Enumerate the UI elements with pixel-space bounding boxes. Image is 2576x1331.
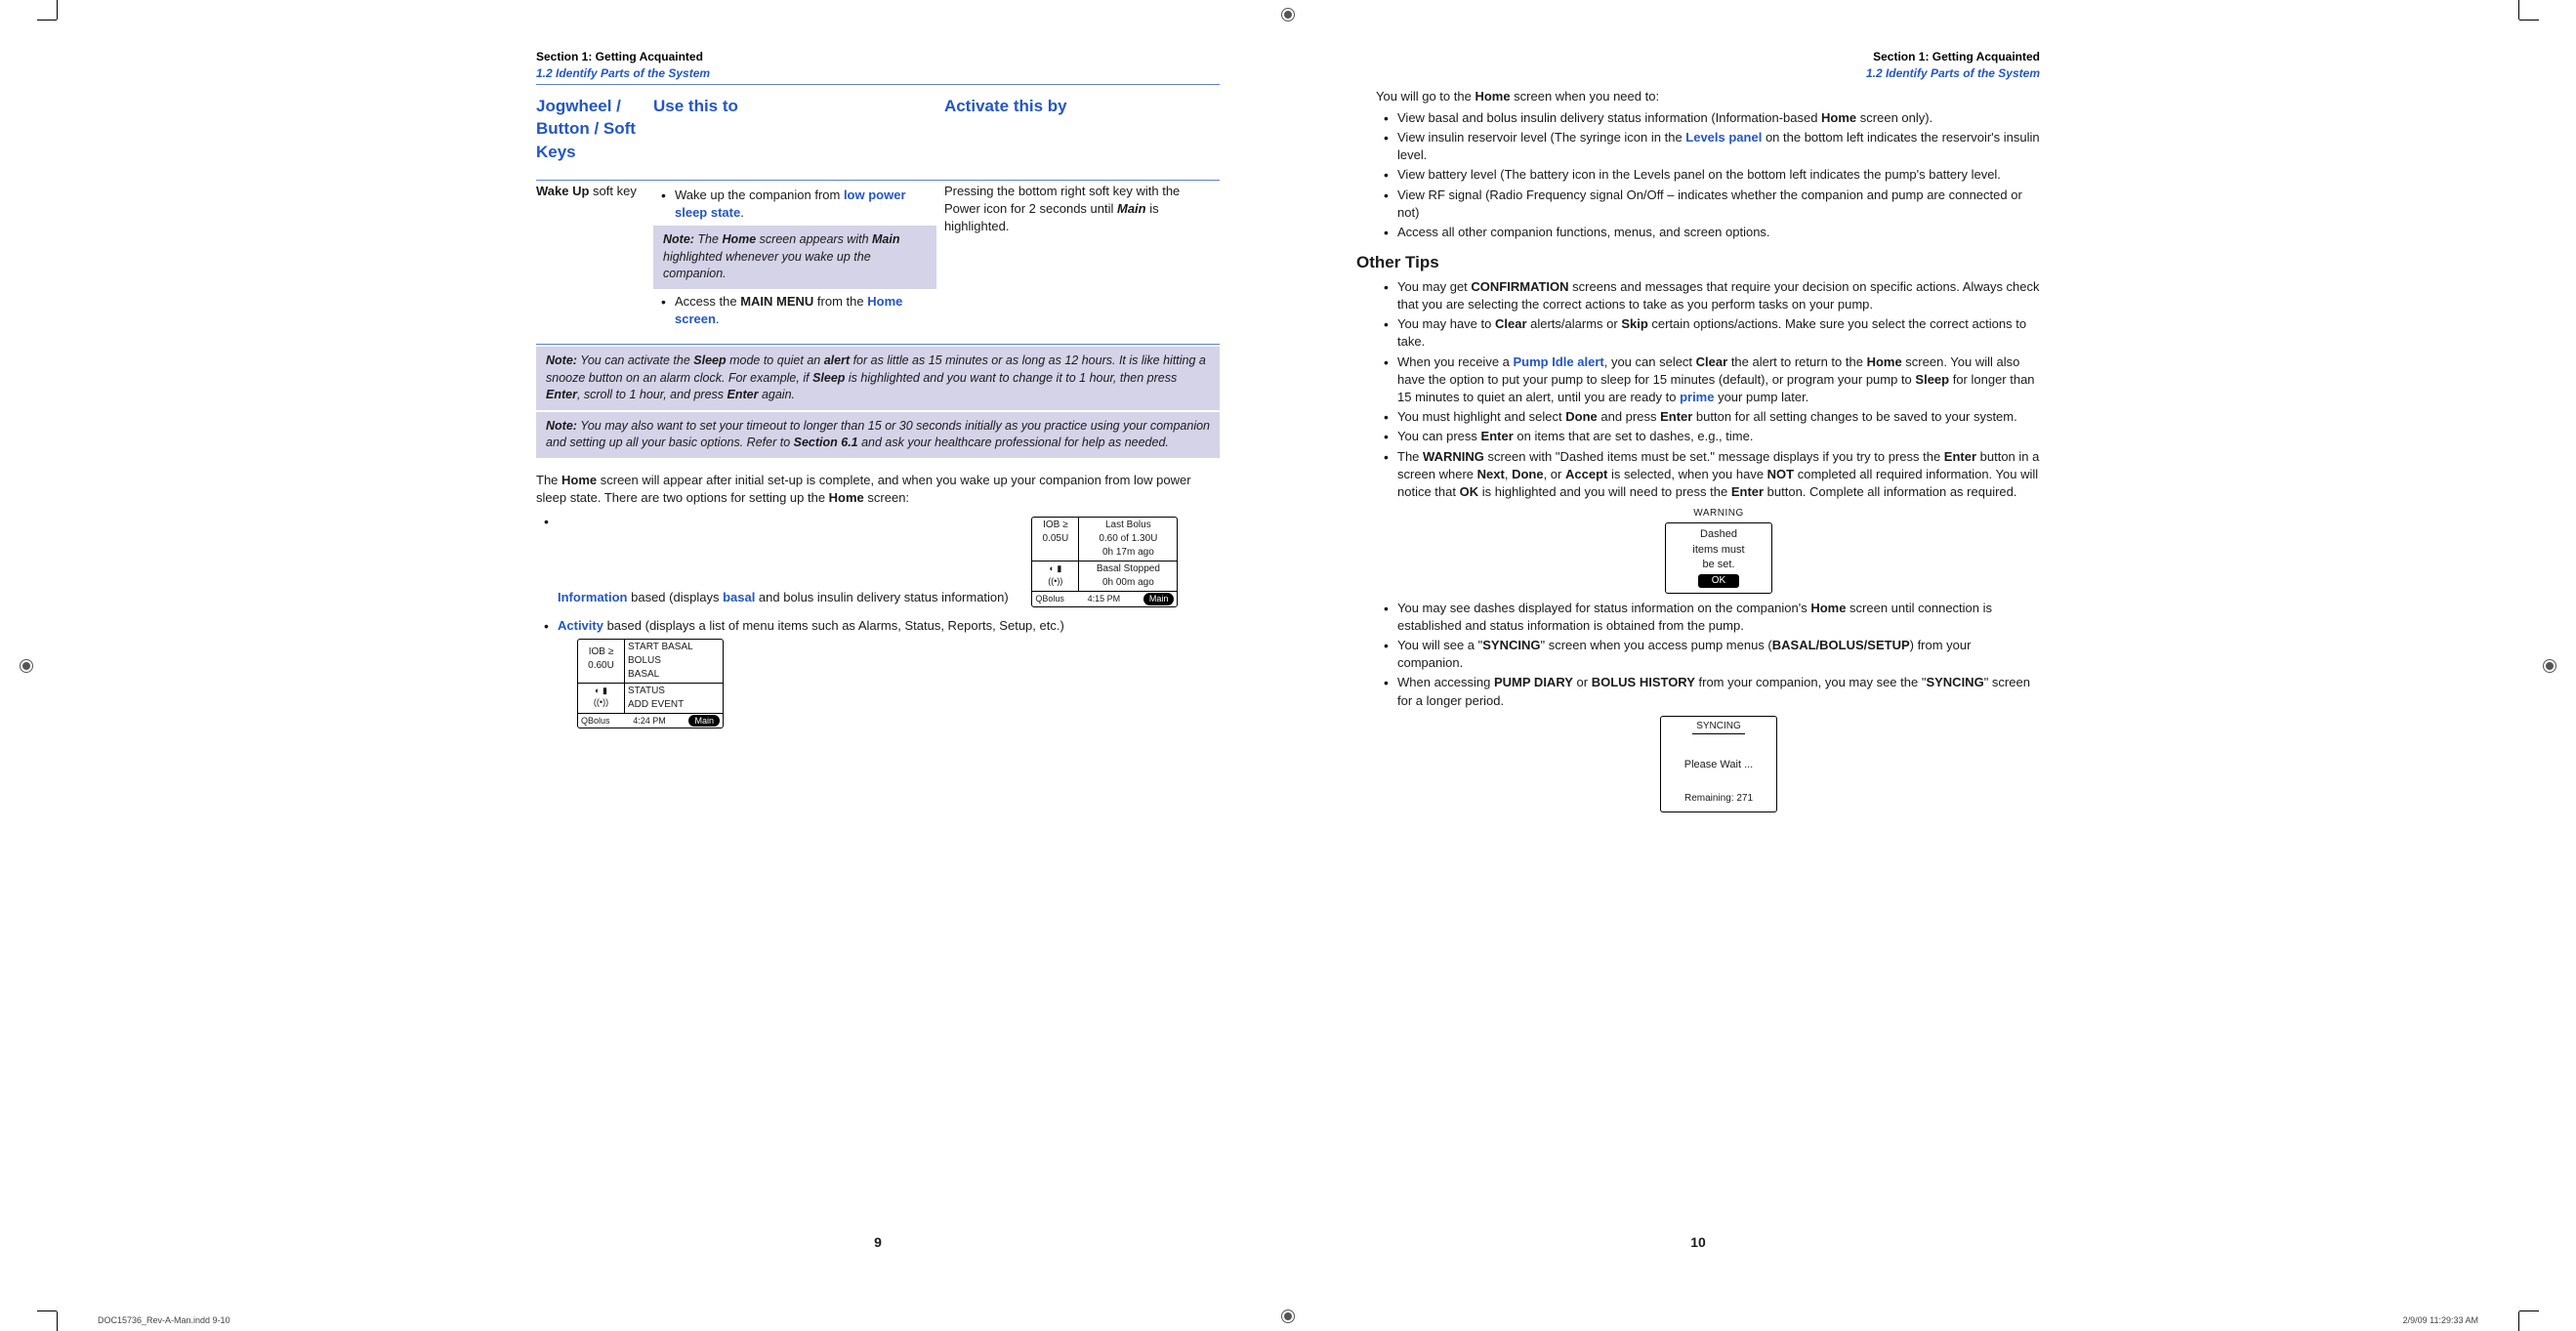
tip-1: You may get CONFIRMATION screens and mes… [1397, 278, 2040, 313]
need-bullet-4: View RF signal (Radio Frequency signal O… [1397, 187, 2040, 222]
note-sleep: Note: You can activate the Sleep mode to… [536, 347, 1220, 410]
section-label: Section 1: Getting Acquainted [1356, 49, 2040, 65]
home-screen-info-preview: IOB ≥0.05U Last Bolus0.60 of 1.30U0h 17m… [1031, 517, 1178, 607]
divider [536, 84, 1220, 85]
section-sub: 1.2 Identify Parts of the System [536, 65, 1220, 82]
tip-4: You must highlight and select Done and p… [1397, 408, 2040, 426]
page-right: Section 1: Getting Acquainted 1.2 Identi… [1356, 39, 2040, 1272]
page-left: Section 1: Getting Acquainted 1.2 Identi… [536, 39, 1220, 1272]
syncing-screen-preview: SYNCING Please Wait ... Remaining: 271 [1660, 716, 1777, 812]
note-timeout: Note: You may also want to set your time… [536, 412, 1220, 458]
row-use-cell: Wake up the companion from low power sle… [653, 181, 944, 334]
tip-6: The WARNING screen with "Dashed items mu… [1397, 448, 2040, 594]
option-information: Information based (displays basal and bo… [558, 513, 1220, 607]
need-bullet-1: View basal and bolus insulin delivery st… [1397, 109, 2040, 127]
col-header-control: Jogwheel / Button / Soft Keys [536, 91, 653, 181]
ok-button-preview: OK [1698, 574, 1739, 588]
col-header-activate: Activate this by [944, 91, 1220, 181]
tip-5: You can press Enter on items that are se… [1397, 428, 2040, 445]
need-bullet-5: Access all other companion functions, me… [1397, 224, 2040, 241]
function-table: Jogwheel / Button / Soft Keys Use this t… [536, 91, 1220, 346]
option-activity: Activity based (displays a list of menu … [558, 617, 1220, 729]
row-control-name: Wake Up soft key [536, 181, 653, 334]
home-screen-activity-preview: IOB ≥0.60U START BASALBOLUSBASAL ◐ ▮((•)… [577, 639, 724, 729]
tip-3: When you receive a Pump Idle alert, you … [1397, 354, 2040, 407]
running-header-right: Section 1: Getting Acquainted 1.2 Identi… [1356, 49, 2040, 82]
footer-timestamp: 2/9/09 11:29:33 AM [2403, 1314, 2478, 1327]
other-tips-heading: Other Tips [1356, 251, 2040, 274]
section-label: Section 1: Getting Acquainted [536, 49, 1220, 65]
inline-note: Note: The Home screen appears with Main … [653, 226, 936, 289]
home-screen-intro: The Home screen will appear after initia… [536, 472, 1220, 507]
levels-panel-icon: ◐ ▮((•)) [578, 684, 625, 713]
right-intro: You will go to the Home screen when you … [1376, 88, 2040, 105]
tip-7: You may see dashes displayed for status … [1397, 600, 2040, 635]
section-sub: 1.2 Identify Parts of the System [1356, 65, 2040, 82]
page-number-right: 10 [1356, 1233, 2040, 1253]
warning-screen-preview: WARNING Dashed items must be set. OK [1665, 507, 1772, 594]
tip-8: You will see a "SYNCING" screen when you… [1397, 637, 2040, 672]
use-bullet-2: Access the MAIN MENU from the Home scree… [675, 293, 936, 328]
page-number-left: 9 [536, 1233, 1220, 1253]
tip-9: When accessing PUMP DIARY or BOLUS HISTO… [1397, 674, 2040, 812]
tip-2: You may have to Clear alerts/alarms or S… [1397, 315, 2040, 351]
levels-panel-icon: ◐ ▮((•)) [1032, 562, 1079, 591]
running-header-left: Section 1: Getting Acquainted 1.2 Identi… [536, 49, 1220, 82]
need-bullet-2: View insulin reservoir level (The syring… [1397, 129, 2040, 164]
row-activate-cell: Pressing the bottom right soft key with … [944, 181, 1220, 334]
use-bullet-1: Wake up the companion from low power sle… [675, 187, 936, 222]
col-header-use: Use this to [653, 91, 944, 181]
footer-filename: DOC15736_Rev-A-Man.indd 9-10 [98, 1314, 230, 1327]
need-bullet-3: View battery level (The battery icon in … [1397, 166, 2040, 184]
